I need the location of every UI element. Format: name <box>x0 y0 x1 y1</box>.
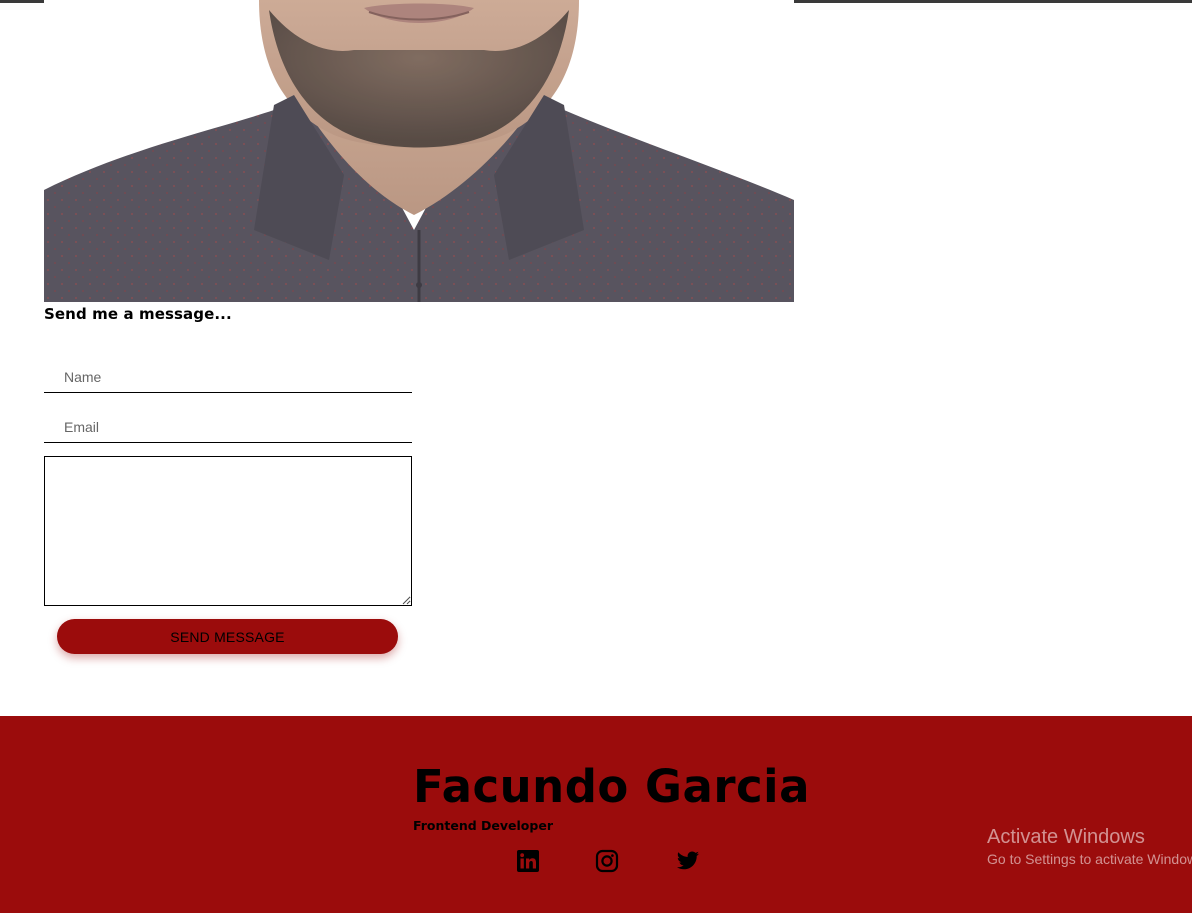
watermark-subtitle: Go to Settings to activate Windows. <box>987 851 1192 867</box>
message-textarea[interactable] <box>44 456 412 606</box>
profile-photo <box>44 0 794 302</box>
instagram-icon[interactable] <box>595 849 619 873</box>
contact-heading: Send me a message... <box>44 305 232 323</box>
linkedin-icon[interactable] <box>516 849 540 873</box>
site-footer: Facundo Garcia Frontend Developer <box>0 716 1192 913</box>
footer-name: Facundo Garcia <box>413 760 810 813</box>
footer-role: Frontend Developer <box>413 818 553 833</box>
send-message-button[interactable]: SEND MESSAGE <box>57 619 398 654</box>
watermark-title: Activate Windows <box>987 826 1145 848</box>
twitter-icon[interactable] <box>676 849 700 873</box>
name-input[interactable] <box>44 351 412 393</box>
email-input[interactable] <box>44 401 412 443</box>
activate-windows-watermark: Activate Windows Go to Settings to activ… <box>987 826 1192 868</box>
